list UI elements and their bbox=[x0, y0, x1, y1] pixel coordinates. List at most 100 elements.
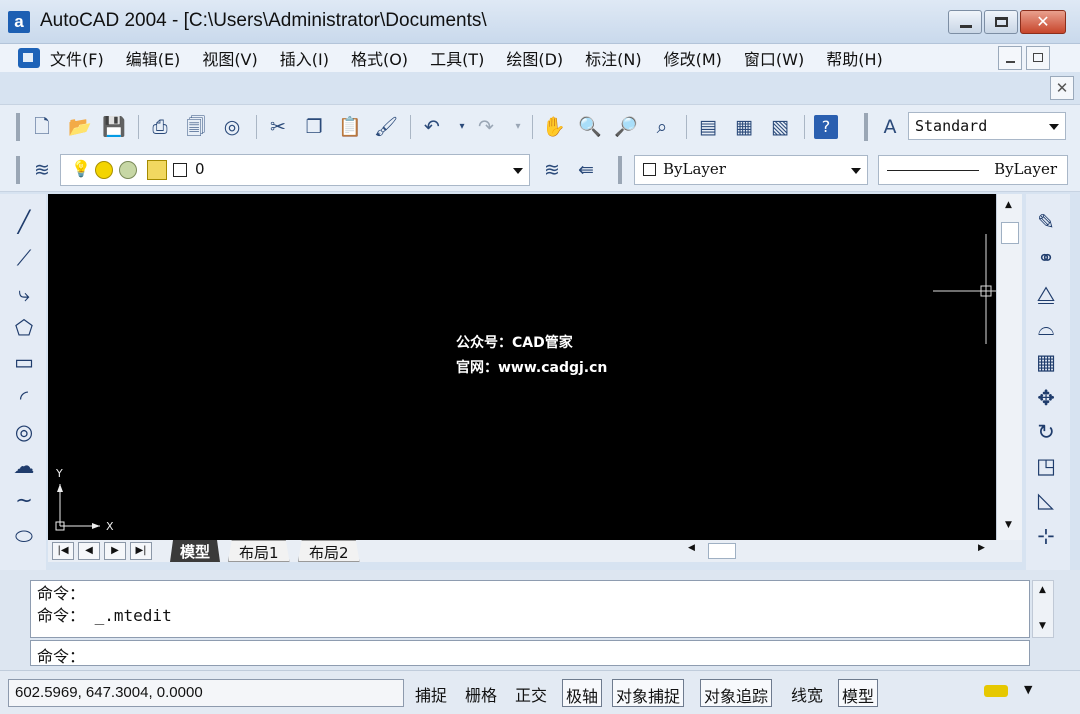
help-icon[interactable]: ? bbox=[814, 115, 838, 139]
tab-model[interactable]: 模型 bbox=[170, 540, 221, 562]
save-icon[interactable]: 💾 bbox=[102, 115, 126, 139]
doc-minimize-button[interactable] bbox=[998, 46, 1022, 70]
snap-button[interactable]: 捕捉 bbox=[412, 679, 450, 707]
next-tab-button[interactable]: ▶ bbox=[104, 542, 126, 560]
print-preview-icon[interactable]: 🗐 bbox=[184, 115, 208, 139]
model-space-button[interactable]: 模型 bbox=[838, 679, 879, 707]
undo-dropdown-icon[interactable]: ▾ bbox=[450, 115, 474, 139]
match-properties-icon[interactable]: 🖌 bbox=[374, 115, 398, 139]
minimize-button[interactable] bbox=[948, 10, 982, 34]
layer-dropdown[interactable]: 💡 0 bbox=[60, 154, 530, 186]
line-icon[interactable]: ╱ bbox=[10, 208, 38, 236]
prev-tab-button[interactable]: ◀ bbox=[78, 542, 100, 560]
coordinate-readout[interactable]: 602.5969, 647.3004, 0.0000 bbox=[8, 679, 404, 707]
color-dropdown[interactable]: ByLayer bbox=[634, 155, 868, 185]
horizontal-scroll-thumb[interactable] bbox=[708, 543, 736, 559]
command-input[interactable]: 命令： bbox=[30, 640, 1030, 666]
stretch-icon[interactable]: ◺ bbox=[1032, 486, 1060, 514]
redo-icon[interactable]: ↷ bbox=[474, 115, 498, 139]
polygon-icon[interactable]: ⬠ bbox=[10, 314, 38, 342]
vertical-scroll-thumb[interactable] bbox=[1001, 222, 1019, 244]
text-style-dropdown[interactable]: Standard bbox=[908, 112, 1066, 140]
move-icon[interactable]: ✥ bbox=[1032, 384, 1060, 412]
copy-icon[interactable]: ❐ bbox=[302, 115, 326, 139]
ortho-button[interactable]: 正交 bbox=[512, 679, 550, 707]
copy-object-icon[interactable]: ⚭ bbox=[1032, 244, 1060, 272]
close-button[interactable]: ✕ bbox=[1020, 10, 1066, 34]
menu-window[interactable]: 窗口(W) bbox=[744, 46, 804, 70]
text-style-icon[interactable]: A bbox=[878, 115, 902, 139]
erase-icon[interactable]: ✎ bbox=[1032, 208, 1060, 236]
menu-insert[interactable]: 插入(I) bbox=[280, 46, 329, 70]
menu-edit[interactable]: 编辑(E) bbox=[126, 46, 181, 70]
new-file-icon[interactable]: 🗋 bbox=[30, 115, 54, 139]
tool-palettes-icon[interactable]: ▧ bbox=[768, 115, 792, 139]
rotate-icon[interactable]: ↻ bbox=[1032, 418, 1060, 446]
zoom-window-icon[interactable]: 🔎 bbox=[614, 115, 638, 139]
redo-dropdown-icon[interactable]: ▾ bbox=[506, 115, 530, 139]
drawing-canvas[interactable]: Y X 公众号：CAD管家 官网：www.cadgj.cn bbox=[48, 194, 996, 540]
otrack-button[interactable]: 对象追踪 bbox=[700, 679, 773, 707]
mirror-icon[interactable]: ⧋ bbox=[1032, 280, 1060, 308]
spline-icon[interactable]: ∼ bbox=[10, 486, 38, 514]
autocad-app-icon[interactable]: a bbox=[8, 11, 30, 33]
revision-cloud-icon[interactable]: ☁ bbox=[10, 452, 38, 480]
rectangle-icon[interactable]: ▭ bbox=[10, 348, 38, 376]
last-tab-button[interactable]: ▶| bbox=[130, 542, 152, 560]
array-icon[interactable]: ▦ bbox=[1032, 348, 1060, 376]
scroll-left-icon[interactable]: ◀ bbox=[688, 543, 695, 553]
zoom-previous-icon[interactable]: ⌕ bbox=[650, 115, 674, 139]
cut-icon[interactable]: ✂ bbox=[266, 115, 290, 139]
lineweight-button[interactable]: 线宽 bbox=[788, 679, 826, 707]
scroll-up-icon[interactable]: ▲ bbox=[1039, 585, 1046, 595]
menu-format[interactable]: 格式(O) bbox=[351, 46, 408, 70]
toolbar-grip[interactable] bbox=[618, 156, 622, 184]
scale-icon[interactable]: ◳ bbox=[1032, 452, 1060, 480]
toolbar-grip[interactable] bbox=[16, 113, 20, 141]
osnap-button[interactable]: 对象捕捉 bbox=[612, 679, 685, 707]
polyline-icon[interactable]: ⤷ bbox=[10, 280, 38, 308]
first-tab-button[interactable]: |◀ bbox=[52, 542, 74, 560]
communication-center-icon[interactable] bbox=[984, 685, 1008, 697]
menu-tools[interactable]: 工具(T) bbox=[430, 46, 484, 70]
make-layer-current-icon[interactable]: ≋ bbox=[540, 158, 564, 182]
vertical-scrollbar[interactable]: ▲ ▼ bbox=[996, 194, 1022, 540]
properties-icon[interactable]: ▤ bbox=[696, 115, 720, 139]
trim-icon[interactable]: ⊹ bbox=[1032, 522, 1060, 550]
scroll-right-icon[interactable]: ▶ bbox=[978, 543, 985, 553]
construction-line-icon[interactable]: ⟋ bbox=[10, 244, 38, 272]
menu-view[interactable]: 视图(V) bbox=[202, 46, 257, 70]
command-scrollbar[interactable]: ▲ ▼ bbox=[1032, 580, 1054, 638]
open-file-icon[interactable]: 📂 bbox=[68, 115, 92, 139]
menu-help[interactable]: 帮助(H) bbox=[826, 46, 883, 70]
menu-modify[interactable]: 修改(M) bbox=[664, 46, 722, 70]
paste-icon[interactable]: 📋 bbox=[338, 115, 362, 139]
pan-realtime-icon[interactable]: ✋ bbox=[542, 115, 566, 139]
publish-icon[interactable]: ◎ bbox=[220, 115, 244, 139]
scroll-up-icon[interactable]: ▲ bbox=[1005, 200, 1012, 210]
toolbar-grip[interactable] bbox=[864, 113, 868, 141]
layer-manager-icon[interactable]: ≋ bbox=[30, 158, 54, 182]
grid-button[interactable]: 栅格 bbox=[462, 679, 500, 707]
doc-close-button[interactable]: ✕ bbox=[1050, 76, 1074, 100]
print-icon[interactable]: ⎙ bbox=[148, 115, 172, 139]
status-menu-icon[interactable]: ▼ bbox=[1024, 683, 1032, 696]
zoom-realtime-icon[interactable]: 🔍 bbox=[578, 115, 602, 139]
design-center-icon[interactable]: ▦ bbox=[732, 115, 756, 139]
scroll-down-icon[interactable]: ▼ bbox=[1005, 520, 1012, 530]
offset-icon[interactable]: ⌓ bbox=[1032, 314, 1060, 342]
layer-previous-icon[interactable]: ⇚ bbox=[574, 158, 598, 182]
menu-dimension[interactable]: 标注(N) bbox=[585, 46, 641, 70]
ellipse-icon[interactable]: ⬭ bbox=[10, 522, 38, 550]
maximize-button[interactable] bbox=[984, 10, 1018, 34]
arc-icon[interactable]: ◜ bbox=[10, 384, 38, 412]
menu-draw[interactable]: 绘图(D) bbox=[506, 46, 563, 70]
linetype-dropdown[interactable]: ByLayer bbox=[878, 155, 1068, 185]
doc-restore-button[interactable] bbox=[1026, 46, 1050, 70]
scroll-down-icon[interactable]: ▼ bbox=[1039, 621, 1046, 631]
menu-file[interactable]: 文件(F) bbox=[50, 46, 104, 70]
circle-icon[interactable]: ◎ bbox=[10, 418, 38, 446]
undo-icon[interactable]: ↶ bbox=[420, 115, 444, 139]
document-menu-icon[interactable] bbox=[18, 48, 40, 68]
polar-button[interactable]: 极轴 bbox=[562, 679, 603, 707]
